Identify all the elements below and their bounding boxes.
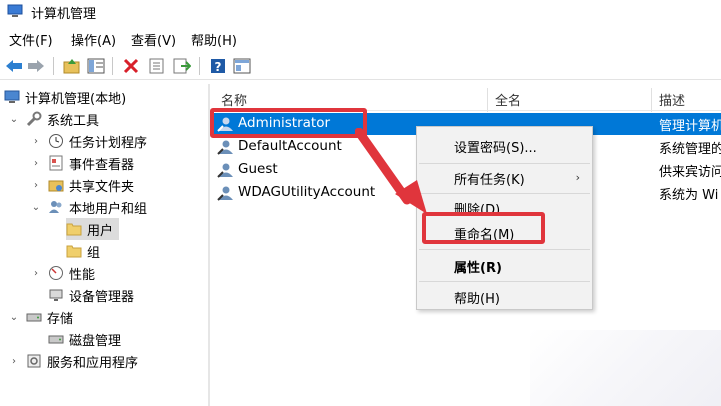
tree-label: 计算机管理(本地) <box>25 91 127 107</box>
menu-item-help[interactable]: 帮助(H) <box>454 288 500 307</box>
tree-item-performance[interactable]: › 性能 <box>30 262 95 284</box>
tree-label: 用户 <box>87 223 114 239</box>
shared-folder-icon <box>48 177 64 193</box>
up-folder-icon[interactable] <box>62 56 82 76</box>
back-icon[interactable] <box>4 56 24 76</box>
computer-management-icon <box>7 4 23 17</box>
export-icon[interactable] <box>172 56 192 76</box>
tree-item-task-scheduler[interactable]: › 任务计划程序 <box>30 130 147 152</box>
menu-item-set-password[interactable]: 设置密码(S)... <box>454 137 537 156</box>
tree-item-services-apps[interactable]: › 服务和应用程序 <box>8 350 138 372</box>
menu-item-all-tasks[interactable]: 所有任务(K) <box>454 169 525 188</box>
user-icon <box>217 163 233 178</box>
tree-item-users[interactable]: 用户 <box>66 218 120 240</box>
tree-label: 存储 <box>47 311 74 327</box>
column-header-fullname[interactable]: 全名 <box>495 90 521 112</box>
tree-label: 性能 <box>69 267 96 283</box>
performance-icon <box>48 265 64 281</box>
tree-item-groups[interactable]: 组 <box>66 240 100 262</box>
tree-label: 服务和应用程序 <box>47 355 139 371</box>
disk-icon <box>48 331 64 347</box>
user-description: 系统为 Wi <box>659 188 719 203</box>
chevron-down-icon[interactable]: ⌄ <box>30 201 42 213</box>
toolbar: ? <box>0 52 721 80</box>
tree-label: 任务计划程序 <box>69 135 148 151</box>
tree-label: 本地用户和组 <box>69 201 148 217</box>
user-icon <box>217 140 233 155</box>
title-bar: 计算机管理 <box>0 0 721 24</box>
tree-item-root[interactable]: 计算机管理(本地) <box>4 86 126 108</box>
folder-icon <box>66 221 82 237</box>
storage-icon <box>26 309 42 325</box>
annotation-arrow-icon <box>355 128 427 214</box>
folder-icon <box>66 243 82 259</box>
user-name: DefaultAccount <box>238 138 342 154</box>
chevron-right-icon[interactable]: › <box>30 135 42 147</box>
services-icon <box>26 353 42 369</box>
tree-item-system-tools[interactable]: ⌄ 系统工具 <box>8 108 99 130</box>
watermark-area <box>530 330 721 406</box>
device-manager-icon <box>48 287 64 303</box>
chevron-right-icon[interactable]: › <box>30 157 42 169</box>
menu-bar: 文件(F) 操作(A) 查看(V) 帮助(H) <box>0 27 721 49</box>
tree-label: 设备管理器 <box>69 289 135 305</box>
chevron-right-icon[interactable]: › <box>30 267 42 279</box>
user-description: 管理计算机 <box>659 119 721 134</box>
tree-item-local-users-groups[interactable]: ⌄ 本地用户和组 <box>30 196 147 218</box>
window-title: 计算机管理 <box>31 7 97 22</box>
tree-label: 共享文件夹 <box>69 179 135 195</box>
tree-label: 组 <box>87 245 101 261</box>
tree-item-disk-management[interactable]: 磁盘管理 <box>48 328 121 350</box>
user-icon <box>217 186 233 201</box>
tree-item-shared-folders[interactable]: › 共享文件夹 <box>30 174 134 196</box>
help-icon[interactable]: ? <box>208 56 228 76</box>
tree-label: 系统工具 <box>47 113 100 129</box>
user-name: Guest <box>238 161 278 177</box>
chevron-right-icon: › <box>575 171 580 184</box>
tools-icon <box>26 111 42 127</box>
show-hide-tree-icon[interactable] <box>86 56 106 76</box>
clock-icon <box>48 133 64 149</box>
tree-label: 磁盘管理 <box>69 333 122 349</box>
user-description: 系统管理的 <box>659 142 721 157</box>
chevron-right-icon[interactable]: › <box>8 355 20 367</box>
highlight-box-administrator <box>210 108 367 138</box>
computer-icon <box>4 89 20 105</box>
tree-label: 事件查看器 <box>69 157 135 173</box>
column-header-description[interactable]: 描述 <box>659 90 685 112</box>
tree-item-event-viewer[interactable]: › 事件查看器 <box>30 152 134 174</box>
console-view-icon[interactable] <box>232 56 252 76</box>
tree-item-device-manager[interactable]: 设备管理器 <box>48 284 134 306</box>
chevron-right-icon[interactable]: › <box>30 179 42 191</box>
svg-text:?: ? <box>215 60 222 74</box>
menu-item-properties[interactable]: 属性(R) <box>454 257 502 276</box>
tree-item-storage[interactable]: ⌄ 存储 <box>8 306 73 328</box>
menu-file[interactable]: 文件(F) <box>9 30 53 49</box>
menu-action[interactable]: 操作(A) <box>71 30 116 49</box>
chevron-down-icon[interactable]: ⌄ <box>8 311 20 323</box>
menu-view[interactable]: 查看(V) <box>131 30 176 49</box>
chevron-down-icon[interactable]: ⌄ <box>8 113 20 125</box>
user-description: 供来宾访问 <box>659 165 721 180</box>
forward-icon[interactable] <box>26 56 46 76</box>
event-viewer-icon <box>48 155 64 171</box>
delete-icon[interactable] <box>121 56 141 76</box>
users-group-icon <box>48 199 64 215</box>
properties-icon[interactable] <box>147 56 167 76</box>
navigation-tree: 计算机管理(本地) ⌄ 系统工具 › 任务计划程序 › 事件查看器 › 共享文件… <box>0 84 208 406</box>
menu-help[interactable]: 帮助(H) <box>191 30 237 49</box>
